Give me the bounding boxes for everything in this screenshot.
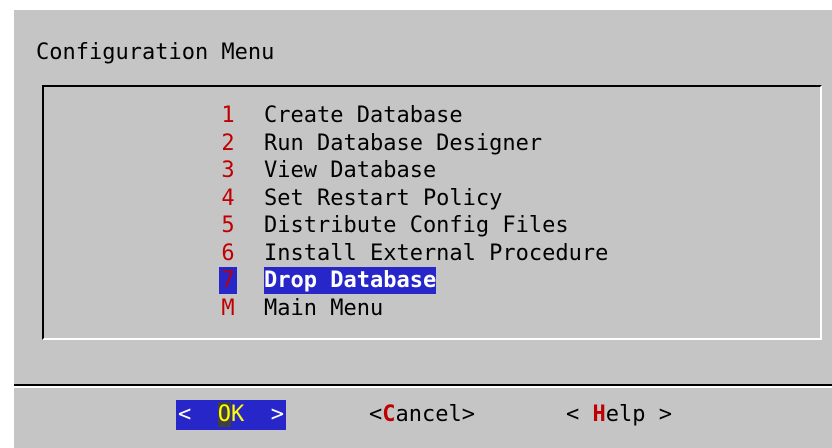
menu-item-set-restart-policy[interactable]: 4 Set Restart Policy: [219, 185, 608, 213]
menu-item-label: Drop Database: [264, 267, 437, 295]
menu-item-install-external-procedure[interactable]: 6 Install External Procedure: [219, 240, 608, 268]
ok-right-bracket: >: [270, 402, 284, 427]
menu-item-key: 5: [221, 213, 235, 239]
ok-label-rest: K: [231, 402, 245, 427]
configuration-dialog: Configuration Menu 1 Create Database 2 R…: [12, 8, 832, 448]
menu-item-distribute-config-files[interactable]: 5 Distribute Config Files: [219, 212, 608, 240]
menu-item-label: Run Database Designer: [264, 130, 543, 156]
menu-item-run-database-designer[interactable]: 2 Run Database Designer: [219, 130, 608, 158]
menu-item-label: Set Restart Policy: [264, 185, 503, 211]
menu-item-label: Install External Procedure: [264, 240, 609, 266]
button-separator: [14, 384, 832, 388]
menu-item-label: Create Database: [264, 103, 463, 129]
help-right-bracket: >: [645, 402, 672, 427]
ok-button[interactable]: < OK >: [176, 400, 286, 430]
menu-item-key: 7: [219, 267, 237, 295]
ok-left-bracket: <: [178, 402, 192, 427]
menu-box: 1 Create Database 2 Run Database Designe…: [42, 85, 822, 340]
cancel-label-rest: ancel: [395, 402, 462, 427]
menu-item-drop-database[interactable]: 7 Drop Database: [219, 267, 608, 295]
dialog-title: Configuration Menu: [36, 40, 275, 65]
ok-hotkey: O: [217, 402, 231, 427]
menu-item-label: Main Menu: [264, 295, 384, 321]
menu-list: 1 Create Database 2 Run Database Designe…: [219, 102, 608, 322]
menu-item-key: 2: [221, 130, 235, 156]
help-hotkey: H: [592, 402, 606, 427]
menu-item-label: Distribute Config Files: [264, 213, 569, 239]
cancel-right-bracket: >: [461, 402, 475, 427]
menu-item-create-database[interactable]: 1 Create Database: [219, 102, 608, 130]
cancel-hotkey: C: [382, 402, 396, 427]
cancel-left-bracket: <: [369, 402, 383, 427]
menu-item-key: 1: [221, 103, 235, 129]
help-button[interactable]: < Help >: [566, 400, 672, 430]
help-left-bracket: <: [566, 402, 593, 427]
menu-item-key: 3: [221, 158, 235, 184]
menu-item-main-menu[interactable]: M Main Menu: [219, 295, 608, 323]
help-label-rest: elp: [605, 402, 646, 427]
menu-item-key: 4: [221, 185, 235, 211]
cancel-button[interactable]: <Cancel>: [369, 400, 475, 430]
menu-item-view-database[interactable]: 3 View Database: [219, 157, 608, 185]
menu-item-key: 6: [221, 240, 235, 266]
menu-item-key: M: [221, 295, 235, 321]
button-bar: < OK > <Cancel> < Help >: [14, 400, 832, 436]
menu-item-label: View Database: [264, 158, 437, 184]
